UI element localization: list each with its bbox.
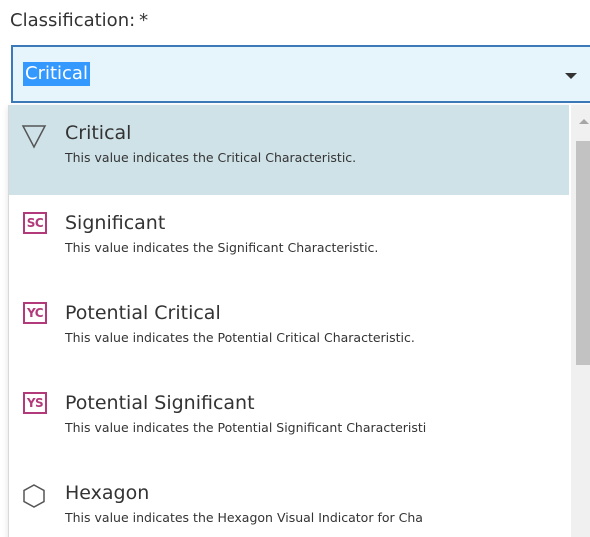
classification-dropdown-list: Critical This value indicates the Critic… (8, 105, 590, 537)
option-description: This value indicates the Potential Criti… (65, 330, 415, 345)
option-title: Potential Significant (65, 392, 255, 414)
yc-badge-icon: YC (23, 302, 47, 324)
option-description: This value indicates the Critical Charac… (65, 150, 357, 165)
classification-field: Classification: * Critical Critical This … (0, 0, 590, 537)
dropdown-caret-icon[interactable] (565, 73, 577, 79)
option-title: Potential Critical (65, 302, 221, 324)
scrollbar-thumb[interactable] (576, 141, 590, 365)
scroll-up-arrow-icon[interactable] (579, 119, 589, 124)
dropdown-scrollbar[interactable] (571, 105, 590, 537)
classification-select[interactable]: Critical (11, 45, 590, 103)
ys-badge-icon: YS (23, 392, 47, 414)
classification-label: Classification: * (10, 10, 148, 31)
option-description: This value indicates the Hexagon Visual … (65, 510, 423, 525)
option-title: Critical (65, 122, 132, 144)
sc-badge-icon: SC (23, 212, 47, 234)
hexagon-icon (23, 484, 45, 508)
option-potential-critical[interactable]: YC Potential Critical This value indicat… (9, 285, 569, 375)
classification-label-text: Classification: (10, 10, 136, 31)
option-significant[interactable]: SC Significant This value indicates the … (9, 195, 569, 285)
triangle-down-icon (21, 125, 47, 149)
option-description: This value indicates the Potential Signi… (65, 420, 427, 435)
option-critical[interactable]: Critical This value indicates the Critic… (9, 105, 569, 195)
option-title: Significant (65, 212, 166, 234)
option-hexagon[interactable]: Hexagon This value indicates the Hexagon… (9, 465, 569, 537)
required-asterisk: * (139, 10, 149, 31)
selected-value: Critical (23, 62, 90, 86)
option-description: This value indicates the Significant Cha… (65, 240, 379, 255)
option-title: Hexagon (65, 482, 150, 504)
option-potential-significant[interactable]: YS Potential Significant This value indi… (9, 375, 569, 465)
